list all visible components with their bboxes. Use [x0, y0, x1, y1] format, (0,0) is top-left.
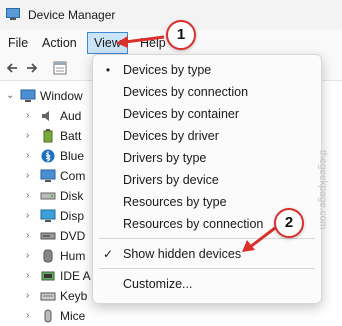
- hid-icon: [43, 249, 53, 263]
- chevron-right-icon[interactable]: ›: [26, 290, 36, 302]
- menu-item-label: Devices by container: [123, 107, 240, 121]
- chevron-right-icon[interactable]: ›: [26, 170, 36, 182]
- tree-item-label: Aud: [60, 109, 82, 123]
- menu-action[interactable]: Action: [38, 35, 81, 51]
- chevron-right-icon[interactable]: ›: [26, 130, 36, 142]
- monitor-icon: [40, 169, 56, 182]
- chevron-right-icon[interactable]: ›: [26, 310, 36, 322]
- menu-item-label: Resources by connection: [123, 217, 264, 231]
- tree-item-label: Disk: [60, 189, 84, 203]
- radio-bullet-icon: •: [105, 63, 111, 77]
- menu-separator: [99, 238, 315, 239]
- menu-item-label: Drivers by type: [123, 151, 207, 165]
- menu-item-devices-by-container[interactable]: Devices by container: [93, 103, 321, 125]
- chevron-down-icon[interactable]: ⌄: [6, 90, 16, 102]
- menu-help[interactable]: Help: [136, 35, 170, 51]
- bluetooth-icon: [41, 149, 55, 163]
- device-manager-app-icon: [6, 8, 20, 20]
- chevron-right-icon[interactable]: ›: [26, 190, 36, 202]
- chevron-right-icon[interactable]: ›: [26, 110, 36, 122]
- menu-item-label: Devices by connection: [123, 85, 249, 99]
- menu-file[interactable]: File: [4, 35, 32, 51]
- menu-item-label: Devices by driver: [123, 129, 219, 143]
- menu-item-show-hidden-devices[interactable]: ✓ Show hidden devices: [93, 243, 321, 265]
- tree-item[interactable]: › Mice: [26, 306, 146, 326]
- tree-item-label: Keyb: [60, 289, 88, 303]
- disk-drive-icon: [40, 192, 56, 200]
- menu-view[interactable]: View: [87, 32, 128, 54]
- menu-item-label: Resources by type: [123, 195, 227, 209]
- tree-item-label: Mice: [60, 309, 86, 323]
- menu-item-devices-by-type[interactable]: • Devices by type: [93, 59, 321, 81]
- tree-item-label: Disp: [60, 209, 85, 223]
- battery-icon: [43, 129, 53, 143]
- menu-item-label: Devices by type: [123, 63, 212, 77]
- menu-item-devices-by-connection[interactable]: Devices by connection: [93, 81, 321, 103]
- chevron-right-icon[interactable]: ›: [26, 270, 36, 282]
- callout-2: 2: [274, 208, 304, 238]
- menu-item-customize[interactable]: Customize...: [93, 273, 321, 295]
- menu-item-drivers-by-device[interactable]: Drivers by device: [93, 169, 321, 191]
- menu-item-label: Show hidden devices: [123, 247, 242, 261]
- chevron-right-icon[interactable]: ›: [26, 250, 36, 262]
- keyboard-icon: [40, 292, 56, 301]
- window-title: Device Manager: [28, 8, 116, 22]
- menu-item-label: Customize...: [123, 277, 193, 291]
- chevron-right-icon[interactable]: ›: [26, 150, 36, 162]
- forward-arrow-icon[interactable]: [24, 60, 40, 76]
- menu-item-label: Drivers by device: [123, 173, 219, 187]
- tree-root-label: Window: [40, 89, 83, 103]
- tree-item-label: DVD: [60, 229, 86, 243]
- back-arrow-icon[interactable]: [4, 60, 20, 76]
- tree-item-label: Batt: [60, 129, 82, 143]
- menu-item-devices-by-driver[interactable]: Devices by driver: [93, 125, 321, 147]
- chevron-right-icon[interactable]: ›: [26, 230, 36, 242]
- chevron-right-icon[interactable]: ›: [26, 210, 36, 222]
- properties-icon[interactable]: [52, 60, 68, 76]
- menu-separator: [99, 268, 315, 269]
- ide-controller-icon: [41, 271, 55, 281]
- callout-1: 1: [166, 20, 196, 50]
- dvd-drive-icon: [40, 232, 56, 240]
- mouse-icon: [44, 309, 52, 323]
- tree-item-label: Blue: [60, 149, 85, 163]
- tree-item-label: IDE A: [60, 269, 91, 283]
- speaker-icon: [42, 111, 49, 121]
- computer-icon: [20, 89, 36, 102]
- menu-item-drivers-by-type[interactable]: Drivers by type: [93, 147, 321, 169]
- display-adapter-icon: [40, 209, 56, 222]
- tree-item-label: Hum: [60, 249, 86, 263]
- checkmark-icon: ✓: [102, 247, 114, 261]
- view-menu-dropdown: • Devices by type Devices by connection …: [92, 54, 322, 304]
- watermark: thegeekpage.com: [317, 150, 328, 230]
- tree-item-label: Com: [60, 169, 86, 183]
